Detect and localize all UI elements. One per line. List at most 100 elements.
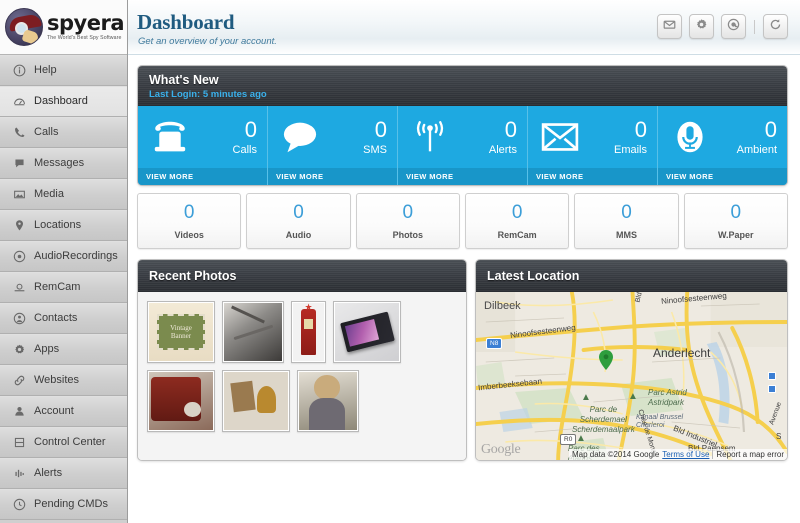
at-target-icon <box>727 18 740 36</box>
sidebar-item-label: Messages <box>34 157 85 169</box>
mini-stat-videos[interactable]: 0 Videos <box>137 193 242 249</box>
audio-disc-icon <box>12 249 27 264</box>
stat-label: Ambient <box>736 143 777 156</box>
stat-label: Alerts <box>488 143 517 156</box>
sidebar-item-websites[interactable]: Websites <box>0 365 127 396</box>
map-data-text: Map data ©2014 Google <box>571 450 660 459</box>
envelope-icon <box>536 115 584 159</box>
tree-icon: ▲ <box>576 433 586 444</box>
brand-logo[interactable]: spyera The World's Best Spy Software <box>0 0 127 55</box>
main-area: Dashboard Get an overview of your accoun… <box>128 0 800 523</box>
mini-stat-wpaper[interactable]: 0 W.Paper <box>683 193 788 249</box>
page-title: Dashboard <box>137 10 235 34</box>
last-login-text: Last Login: 5 minutes ago <box>149 88 267 100</box>
mail-button[interactable] <box>657 14 682 39</box>
control-panel-icon <box>12 435 27 450</box>
stat-cards-row: 0 Calls VIEW MORE 0 SMS VIEW MORE 0 Aler… <box>138 106 787 185</box>
stat-card-alerts[interactable]: 0 Alerts VIEW MORE <box>398 106 528 185</box>
stat-card-calls[interactable]: 0 Calls VIEW MORE <box>138 106 268 185</box>
stat-label: SMS <box>363 143 387 156</box>
road-shield-r0: R0 <box>560 434 577 445</box>
sewing-tools-photo[interactable] <box>222 301 284 363</box>
settings-button[interactable] <box>689 14 714 39</box>
girl-portrait-photo[interactable] <box>297 370 359 432</box>
sidebar-item-label: Dashboard <box>34 95 88 107</box>
sidebar-item-messages[interactable]: Messages <box>0 148 127 179</box>
chat-bubble-icon <box>276 115 324 159</box>
mini-stat-photos[interactable]: 0 Photos <box>355 193 460 249</box>
broadcast-antenna-icon <box>406 115 454 159</box>
latest-location-panel: Latest Location Dilbeek Anderlecht Ninoo… <box>475 259 788 461</box>
map-label-scherdemael-line1: Parc de <box>589 405 618 414</box>
sidebar-item-locations[interactable]: Locations <box>0 210 127 241</box>
support-button[interactable] <box>721 14 746 39</box>
stat-value: 0 <box>244 116 257 142</box>
sidebar-item-alerts[interactable]: Alerts <box>0 458 127 489</box>
view-more-link[interactable]: VIEW MORE <box>138 168 267 185</box>
mini-stat-audio[interactable]: 0 Audio <box>246 193 351 249</box>
sidebar-item-label: Locations <box>34 219 82 231</box>
mini-stat-label: Photos <box>392 229 424 240</box>
sidebar-item-contacts[interactable]: Contacts <box>0 303 127 334</box>
tablet-device-photo[interactable] <box>333 301 401 363</box>
sidebar-item-label: AudioRecordings <box>34 250 118 262</box>
location-marker-pin[interactable] <box>599 350 613 370</box>
whats-new-title: What's New <box>149 72 219 87</box>
stat-value: 0 <box>504 116 517 142</box>
sidebar: spyera The World's Best Spy Software Hel… <box>0 0 128 523</box>
mini-stat-mms[interactable]: 0 MMS <box>574 193 679 249</box>
tree-icon: ▲ <box>581 392 591 403</box>
map-poi-icon[interactable] <box>768 385 776 393</box>
recent-photos-panel: Recent Photos Vintage Banner ★ <box>137 259 467 461</box>
view-more-link[interactable]: VIEW MORE <box>268 168 397 185</box>
view-more-link[interactable]: VIEW MORE <box>398 168 527 185</box>
sidebar-item-label: Websites <box>34 374 80 386</box>
map-pin-icon <box>12 218 27 233</box>
phone-icon <box>12 125 27 140</box>
gas-pump-photo[interactable]: ★ <box>291 301 326 363</box>
topbar-actions <box>657 14 788 39</box>
stat-label: Calls <box>232 143 257 156</box>
map-canvas[interactable]: Dilbeek Anderlecht Ninoofsesteenweg Nino… <box>476 292 787 460</box>
mini-stat-value: 0 <box>511 201 523 223</box>
sidebar-item-pending-cmds[interactable]: Pending CMDs <box>0 489 127 520</box>
collage-photo[interactable] <box>222 370 290 432</box>
sidebar-item-help[interactable]: Help <box>0 55 127 86</box>
sidebar-item-remcam[interactable]: RemCam <box>0 272 127 303</box>
sidebar-item-calls[interactable]: Calls <box>0 117 127 148</box>
latest-location-header: Latest Location <box>476 260 787 292</box>
map-poi-icon[interactable] <box>768 372 776 380</box>
map-label-scherdemael: Parc de Scherdemael Scherdemaalpark <box>572 405 635 435</box>
refresh-button[interactable] <box>763 14 788 39</box>
stat-card-sms[interactable]: 0 SMS VIEW MORE <box>268 106 398 185</box>
report-map-error-link[interactable]: Report a map error <box>716 450 784 459</box>
sidebar-item-apps[interactable]: Apps <box>0 334 127 365</box>
sidebar-item-dashboard[interactable]: Dashboard <box>0 86 127 117</box>
mini-stat-remcam[interactable]: 0 RemCam <box>464 193 570 249</box>
gauge-icon <box>12 94 27 109</box>
stat-card-ambient[interactable]: 0 Ambient VIEW MORE <box>658 106 787 185</box>
sidebar-item-media[interactable]: Media <box>0 179 127 210</box>
mini-stat-label: RemCam <box>497 229 537 240</box>
page-subtitle: Get an overview of your account. <box>138 36 277 47</box>
stat-card-emails[interactable]: 0 Emails VIEW MORE <box>528 106 658 185</box>
google-wordmark: Google <box>481 442 521 457</box>
sidebar-item-account[interactable]: Account <box>0 396 127 427</box>
terms-of-use-link[interactable]: Terms of Use <box>662 450 709 459</box>
whats-new-header: What's New Last Login: 5 minutes ago <box>138 66 787 106</box>
sidebar-item-audiorecordings[interactable]: AudioRecordings <box>0 241 127 272</box>
vintage-banner-photo[interactable]: Vintage Banner <box>147 301 215 363</box>
dashboard-content: What's New Last Login: 5 minutes ago 0 C… <box>128 55 800 461</box>
sidebar-item-label: RemCam <box>34 281 81 293</box>
sidebar-nav: Help Dashboard Calls Messages Media Loca… <box>0 55 127 520</box>
leather-bag-photo[interactable] <box>147 370 215 432</box>
view-more-link[interactable]: VIEW MORE <box>528 168 657 185</box>
sidebar-item-control-center[interactable]: Control Center <box>0 427 127 458</box>
spy-detective-logo-icon <box>5 8 43 46</box>
bottom-row: Recent Photos Vintage Banner ★ Latest Lo… <box>137 259 788 461</box>
view-more-link[interactable]: VIEW MORE <box>658 168 787 185</box>
gear-icon <box>695 18 708 36</box>
chat-bubble-icon <box>12 156 27 171</box>
mini-stat-label: Videos <box>174 229 204 240</box>
sidebar-item-label: Pending CMDs <box>34 498 108 510</box>
